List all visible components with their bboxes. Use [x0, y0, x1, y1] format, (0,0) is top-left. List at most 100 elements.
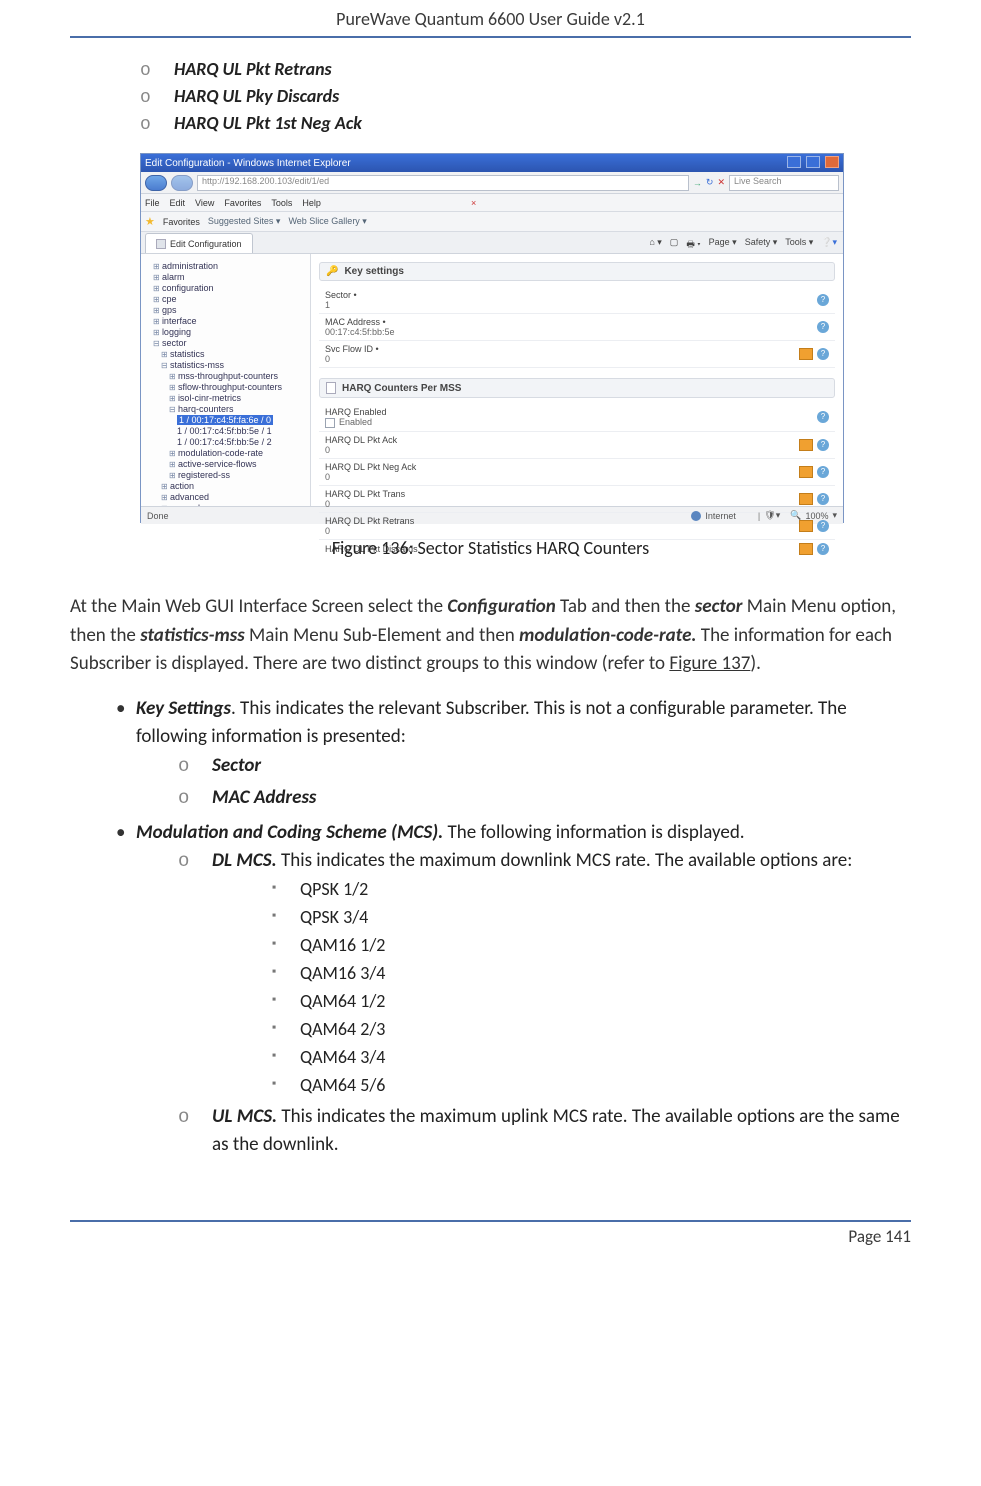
config-tree[interactable]: administration alarm configuration cpe g… [141, 254, 311, 506]
feeds-icon[interactable]: ▢ [670, 237, 679, 253]
chart-icon[interactable] [799, 466, 813, 478]
tree-node[interactable]: action [161, 481, 306, 491]
tree-node[interactable]: isol-cinr-metrics [169, 393, 306, 403]
ie-tab[interactable]: Edit Configuration [145, 233, 253, 253]
ie-window: Edit Configuration - Windows Internet Ex… [140, 153, 844, 523]
tree-node[interactable]: configuration [153, 283, 306, 293]
tree-node[interactable]: administration [153, 261, 306, 271]
paragraph-mcs-intro: At the Main Web GUI Interface Screen sel… [70, 593, 911, 679]
zoom-chevron-icon[interactable]: ▾ [832, 510, 837, 521]
tree-node[interactable]: statistics [161, 349, 306, 359]
sub-item-ulmcs: UL MCS. This indicates the maximum uplin… [178, 1103, 911, 1160]
sub-item: MAC Address [178, 784, 911, 813]
tree-node-sector[interactable]: sector [153, 338, 306, 348]
sub-item-label: MAC Address [212, 786, 316, 809]
chart-icon[interactable] [799, 493, 813, 505]
tree-node[interactable]: registered-ss [169, 470, 306, 480]
minimize-icon[interactable] [787, 156, 801, 168]
back-button[interactable] [145, 175, 167, 191]
zone-label: Internet [705, 511, 736, 521]
tree-node[interactable]: gps [153, 305, 306, 315]
help-icon[interactable]: ? [817, 439, 829, 451]
go-icon[interactable]: → [693, 178, 702, 188]
help-icon[interactable]: ❔▾ [821, 237, 837, 253]
menu-file[interactable]: File [145, 198, 160, 208]
figure-ref-link[interactable]: Figure 137 [669, 652, 750, 675]
field-label: HARQ DL Pkt Trans [325, 489, 625, 499]
help-icon[interactable]: ? [817, 294, 829, 306]
text: Tab and then the [556, 595, 695, 618]
tree-node[interactable]: sflow-throughput-counters [169, 382, 306, 392]
checkbox-icon[interactable] [325, 418, 335, 428]
chart-icon[interactable] [799, 520, 813, 532]
help-icon[interactable]: ? [817, 543, 829, 555]
list-item: HARQ UL Pky Discards [140, 85, 911, 108]
tree-node[interactable]: logging [153, 327, 306, 337]
maximize-icon[interactable] [806, 156, 820, 168]
tree-leaf-label: 1 / 00:17:c4:5f:fa:6e / 0 [177, 415, 273, 425]
tool-safety[interactable]: Safety ▾ [745, 237, 778, 253]
list-item-label: HARQ UL Pky Discards [174, 85, 339, 107]
zoom-icon[interactable]: 🔍 [790, 510, 801, 521]
tool-tools[interactable]: Tools ▾ [785, 237, 813, 253]
search-input[interactable]: Live Search [729, 175, 839, 191]
help-icon[interactable]: ? [817, 493, 829, 505]
favorites-label[interactable]: Favorites [163, 217, 200, 227]
menu-view[interactable]: View [195, 198, 214, 208]
field-value: 00:17:c4:5f:bb:5e [325, 327, 625, 337]
help-icon[interactable]: ? [817, 520, 829, 532]
sub-item-title: UL MCS. [212, 1105, 277, 1128]
print-icon[interactable]: 🖶 ▾ [686, 237, 700, 253]
tree-node[interactable]: active-service-flows [169, 459, 306, 469]
menu-tools[interactable]: Tools [271, 198, 292, 208]
forward-button[interactable] [171, 175, 193, 191]
stop-icon[interactable]: ✕ [717, 177, 725, 188]
field-label: Svc Flow ID • [325, 344, 625, 354]
bullet-title: Modulation and Coding Scheme (MCS). [136, 821, 443, 844]
chart-icon[interactable] [799, 348, 813, 360]
field-value: 0 [325, 499, 625, 509]
help-icon[interactable]: ? [817, 321, 829, 333]
tree-node[interactable]: general [161, 503, 306, 506]
tree-node[interactable]: advanced [161, 492, 306, 502]
tree-node[interactable]: modulation-code-rate [169, 448, 306, 458]
star-icon: ★ [145, 215, 155, 228]
sub-item: Sector [178, 752, 911, 781]
menu-favorites[interactable]: Favorites [224, 198, 261, 208]
chart-icon[interactable] [799, 439, 813, 451]
tree-node[interactable]: cpe [153, 294, 306, 304]
tree-leaf[interactable]: 1 / 00:17:c4:5f:bb:5e / 2 [177, 437, 306, 447]
tree-node-statistics-mss[interactable]: statistics-mss [161, 360, 306, 370]
bullet-title: Key Settings [136, 697, 231, 720]
tree-node[interactable]: mss-throughput-counters [169, 371, 306, 381]
tree-node[interactable]: alarm [153, 272, 306, 282]
status-right: Internet | 🛡▾ 🔍 100% ▾ [691, 510, 837, 521]
harq-section-header: HARQ Counters Per MSS [319, 378, 835, 398]
mcs-option: QAM64 1/2 [272, 988, 911, 1015]
list-item-label: HARQ UL Pkt Retrans [174, 58, 332, 80]
tree-leaf[interactable]: 1 / 00:17:c4:5f:bb:5e / 1 [177, 426, 306, 436]
ie-command-bar: ⌂ ▾ ▢ 🖶 ▾ Page ▾ Safety ▾ Tools ▾ ❔▾ [649, 237, 843, 253]
web-slice-link[interactable]: Web Slice Gallery ▾ [288, 216, 366, 227]
em-modulation-code-rate: modulation-code-rate. [519, 624, 696, 647]
tab-close-icon[interactable]: × [471, 198, 476, 208]
tree-leaf-selected[interactable]: 1 / 00:17:c4:5f:fa:6e / 0 [177, 415, 306, 425]
home-icon[interactable]: ⌂ ▾ [649, 237, 661, 253]
url-input[interactable]: http://192.168.200.103/edit/1/ed [197, 175, 689, 191]
suggested-sites-link[interactable]: Suggested Sites ▾ [208, 216, 281, 227]
refresh-icon[interactable]: ↻ [706, 177, 714, 188]
field-label: MAC Address • [325, 317, 625, 327]
tree-node[interactable]: interface [153, 316, 306, 326]
menu-help[interactable]: Help [302, 198, 321, 208]
info-bullets: Key Settings. This indicates the relevan… [116, 695, 911, 1160]
help-icon[interactable]: ? [817, 348, 829, 360]
help-icon[interactable]: ? [817, 466, 829, 478]
help-icon[interactable]: ? [817, 411, 829, 423]
menu-edit[interactable]: Edit [170, 198, 186, 208]
chart-icon[interactable] [799, 543, 813, 555]
close-icon[interactable] [825, 156, 839, 168]
zoom-value[interactable]: 100% [805, 511, 828, 521]
key-settings-sublist: Sector MAC Address [178, 752, 911, 813]
tool-page[interactable]: Page ▾ [709, 237, 737, 253]
tree-node-harq[interactable]: harq-counters [169, 404, 306, 414]
